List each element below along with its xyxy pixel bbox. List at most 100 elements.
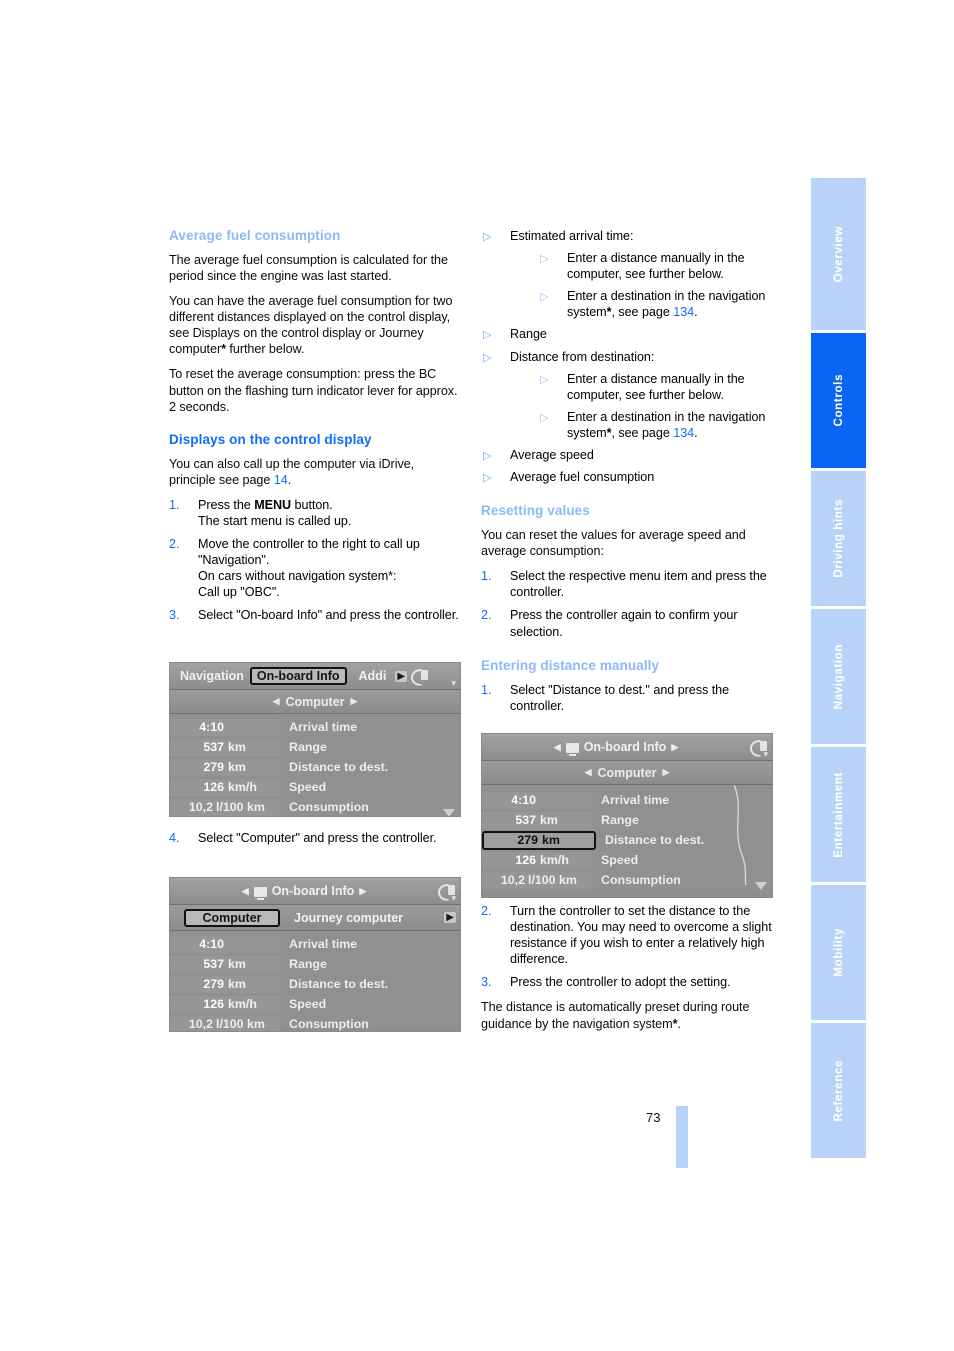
step-text: Turn the controller to set the distance … <box>510 904 772 967</box>
left-arrow-icon[interactable]: ◀ <box>273 696 280 707</box>
sidebar-tab-mobility[interactable]: Mobility <box>811 885 866 1020</box>
list-item-label: Range <box>510 327 547 342</box>
display-row[interactable]: 537 km Range <box>482 810 772 830</box>
row-label: Range <box>289 740 327 754</box>
paragraph-closing-b: . <box>677 1016 681 1031</box>
step-text-bold: MENU <box>254 497 292 512</box>
display-row[interactable]: 537 km Range <box>170 737 460 757</box>
sub-list-item: ▷ Enter a distance manually in the comput… <box>538 371 773 403</box>
fig3-titlebar: ◀ On-board Info ▶ ▾ <box>482 734 772 761</box>
left-arrow-icon[interactable]: ◀ <box>554 742 561 753</box>
paragraph-idrive-b: . <box>287 472 292 487</box>
right-arrow-icon[interactable]: ▶ <box>444 912 456 923</box>
row-value: 537 <box>203 740 224 754</box>
left-arrow-icon[interactable]: ◀ <box>242 886 249 897</box>
fig1-subbar: ◀ Computer ▶ <box>170 690 460 714</box>
display-row-selected[interactable]: 279 km Distance to dest. <box>482 830 772 850</box>
fig3-title: On-board Info <box>583 740 667 754</box>
display-row[interactable]: 4:10 Arrival time <box>170 717 460 737</box>
fig3-subtitle: Computer <box>597 765 657 780</box>
display-row[interactable]: 10,2 l/100 km Consumption <box>170 1014 460 1031</box>
scroll-down-icon[interactable] <box>443 809 455 816</box>
fig1-tab-navigation[interactable]: Navigation <box>174 668 250 684</box>
right-arrow-icon[interactable]: ▶ <box>663 767 670 778</box>
row-label: Arrival time <box>289 720 358 734</box>
sidebar-tab-driving-hints[interactable]: Driving hints <box>811 471 866 606</box>
sidebar-tab-label: Driving hints <box>832 499 845 578</box>
fig2-tab-computer[interactable]: Computer <box>184 908 280 927</box>
fig2-tabbar: Computer Journey computer ▶ <box>170 905 460 931</box>
step-text-pre: Press the <box>198 497 255 512</box>
step-item: 4. Select "Computer" and press the contro… <box>169 830 461 846</box>
figure-3: ◀ On-board Info ▶ ▾ ◀ Computer ▶ 4:10 Ar… <box>481 733 773 898</box>
sidebar-tab-overview[interactable]: Overview <box>811 178 866 330</box>
display-row[interactable]: 279 km Distance to dest. <box>170 974 460 994</box>
fig2-title-group: ◀ On-board Info ▶ <box>174 884 434 900</box>
page-ref-14[interactable]: 14 <box>274 473 288 487</box>
sidebar-tab-controls[interactable]: Controls <box>811 333 866 468</box>
display-row[interactable]: 537 km Range <box>170 954 460 974</box>
triangle-bullet-icon: ▷ <box>540 253 549 266</box>
sub-item-text-b: , see page <box>611 305 674 320</box>
display-row[interactable]: 4:10 Arrival time <box>170 934 460 954</box>
fig1-tab-additional[interactable]: Addi <box>353 668 393 684</box>
triangle-bullet-icon: ▷ <box>483 329 492 342</box>
display-row[interactable]: 126 km/h Speed <box>482 850 772 870</box>
step-number: 1. <box>169 497 180 512</box>
triangle-bullet-icon: ▷ <box>483 351 492 364</box>
displays-steps-list: 1. Press the MENU button. The start menu … <box>169 497 461 624</box>
sidebar-tab-entertainment[interactable]: Entertainment <box>811 747 866 882</box>
row-value: 10,2 <box>500 873 525 887</box>
scroll-down-icon[interactable] <box>755 882 767 890</box>
heading-average-fuel-consumption: Average fuel consumption <box>169 228 341 243</box>
right-arrow-icon[interactable]: ▶ <box>395 670 408 682</box>
entering-steps-after-block: 2. Turn the controller to set the distanc… <box>481 903 773 1041</box>
paragraph-avg-2-b: further below. <box>225 342 305 357</box>
fig2-tab-journey-computer[interactable]: Journey computer <box>288 910 409 926</box>
step-text-post: button. <box>291 497 333 512</box>
step-number: 1. <box>481 682 492 697</box>
row-unit: l/100 km <box>216 800 265 814</box>
fig2-rows: 4:10 Arrival time 537 km Range 279 km Dist… <box>170 931 460 1031</box>
step-item: 3. Press the controller to adopt the sett… <box>481 974 773 990</box>
right-arrow-icon[interactable]: ▶ <box>351 696 358 707</box>
right-arrow-icon[interactable]: ▶ <box>671 742 678 753</box>
step-text: Press the controller to adopt the settin… <box>510 975 731 990</box>
display-row[interactable]: 126 km/h Speed <box>170 777 460 797</box>
right-arrow-icon[interactable]: ▶ <box>359 886 366 897</box>
display-row[interactable]: 10,2 l/100 km Consumption <box>482 870 772 890</box>
step-item: 1. Select the respective menu item and pr… <box>481 568 773 600</box>
step-number: 2. <box>169 536 180 551</box>
row-label: Consumption <box>289 800 369 814</box>
left-column: Average fuel consumption The average fue… <box>169 228 461 632</box>
fig1-tab-onboard-info[interactable]: On-board Info <box>249 667 347 685</box>
sidebar-tab-navigation[interactable]: Navigation <box>811 609 866 744</box>
row-label: Consumption <box>289 1017 369 1031</box>
sidebar-tab-reference[interactable]: Reference <box>811 1023 866 1158</box>
step-text-extra: The start menu is called up. <box>198 513 352 528</box>
display-row[interactable]: 10,2 l/100 km Consumption <box>170 797 460 816</box>
sub-list-item: ▷ Enter a distance manually in the comput… <box>538 250 773 282</box>
page-ref-134[interactable]: 134 <box>673 426 694 440</box>
step-4-list: 4. Select "Computer" and press the contro… <box>169 830 461 846</box>
step-item: 2. Turn the controller to set the distanc… <box>481 903 773 967</box>
fig1-subtitle: Computer <box>285 694 345 709</box>
list-item-label: Average fuel consumption <box>510 470 655 485</box>
step-number: 3. <box>481 975 492 990</box>
triangle-bullet-icon: ▷ <box>540 373 549 386</box>
left-arrow-icon[interactable]: ◀ <box>585 767 592 778</box>
display-row[interactable]: 4:10 Arrival time <box>482 790 772 810</box>
sub-list-item: ▷ Enter a destination in the navigation s… <box>538 409 773 441</box>
step-number: 1. <box>481 569 492 584</box>
step-number: 2. <box>481 608 492 623</box>
row-value: 4:10 <box>199 937 224 951</box>
page-ref-134[interactable]: 134 <box>673 305 694 319</box>
step-item: 1. Press the MENU button. The start menu … <box>169 497 461 529</box>
display-row[interactable]: 279 km Distance to dest. <box>170 757 460 777</box>
row-unit: km <box>542 833 560 847</box>
display-row[interactable]: 126 km/h Speed <box>170 994 460 1014</box>
row-label: Speed <box>289 997 327 1011</box>
row-label: Distance to dest. <box>605 833 705 847</box>
chevron-down-icon: ▾ <box>451 678 456 688</box>
chevron-down-icon: ▾ <box>763 749 768 759</box>
